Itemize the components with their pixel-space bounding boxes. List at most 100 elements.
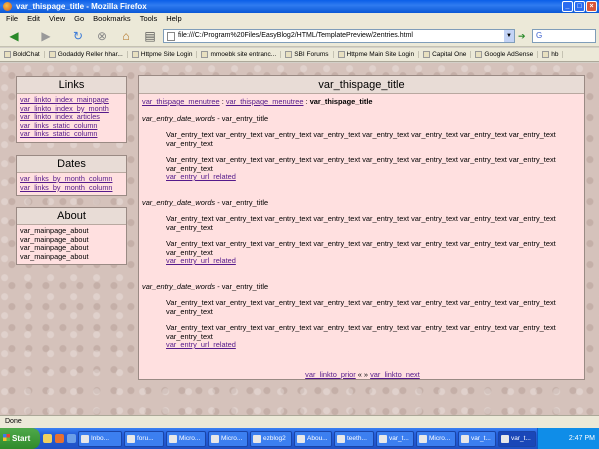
bookmark-item[interactable]: SBI Forums <box>281 51 334 58</box>
quicklaunch-ie-icon[interactable] <box>43 434 52 443</box>
sidebar-link[interactable]: var_links_static_column <box>20 130 123 139</box>
taskbar-button[interactable]: teeth... <box>334 430 374 447</box>
nav-separator: « » <box>355 370 371 379</box>
entry-url-link[interactable]: var_entry_url_related <box>166 172 582 181</box>
menu-tools[interactable]: Tools <box>140 13 158 25</box>
bookmark-icon <box>423 51 431 58</box>
entry-dash: - <box>215 114 222 123</box>
url-dropdown-icon[interactable]: ▼ <box>504 30 514 42</box>
entry-date: var_entry_date_words <box>142 282 216 291</box>
home-icon[interactable]: ⌂ <box>118 28 134 44</box>
entry-text: Var_entry_text var_entry_text var_entry_… <box>166 214 556 232</box>
date-link[interactable]: var_links_by_month_column <box>20 183 123 193</box>
breadcrumb-link[interactable]: var_thispage_menutree <box>226 97 304 106</box>
system-tray: 2:47 PM <box>537 428 599 449</box>
bookmarks-toolbar: BoldChat Godaddy Reller hhar... Httpme S… <box>0 48 599 62</box>
bookmark-label: Httpme Site Login <box>140 51 193 58</box>
bookmark-item[interactable]: mmoebk site entranc... <box>197 51 282 58</box>
about-heading: About <box>17 208 126 225</box>
quicklaunch-desktop-icon[interactable] <box>67 434 76 443</box>
entry-text: Var_entry_text var_entry_text var_entry_… <box>166 155 556 173</box>
url-text: file:///C:/Program%20Files/EasyBlog2/HTM… <box>178 32 413 39</box>
url-bar[interactable]: file:///C:/Program%20Files/EasyBlog2/HTM… <box>163 29 515 43</box>
menu-bookmarks[interactable]: Bookmarks <box>93 13 131 25</box>
pagination-nav: var_linkto_prior « » var_linkto_next <box>139 370 586 379</box>
status-text: Done <box>5 418 22 425</box>
next-link[interactable]: var_linkto_next <box>370 370 420 379</box>
window-title: var_thispage_title - Mozilla Firefox <box>16 2 147 11</box>
stop-icon[interactable]: ⊗ <box>94 28 110 44</box>
page-title: var_thispage_title <box>139 76 584 94</box>
breadcrumb-separator: : <box>221 97 224 106</box>
taskbar-button[interactable]: Micro... <box>416 430 456 447</box>
entry-text: Var_entry_text var_entry_text var_entry_… <box>166 323 556 341</box>
maximize-button[interactable]: □ <box>574 1 585 12</box>
bookmark-icon <box>48 51 56 58</box>
forward-arrow-icon[interactable]: ▶ <box>38 28 54 44</box>
menu-go[interactable]: Go <box>74 13 84 25</box>
entry-text: Var_entry_text var_entry_text var_entry_… <box>166 239 556 257</box>
taskbar-button[interactable]: foru... <box>124 430 164 447</box>
quicklaunch-firefox-icon[interactable] <box>55 434 64 443</box>
entry-block: var_entry_date_words - var_entry_title V… <box>142 282 582 349</box>
taskbar: Start Inbo... foru... Micro... Micro... … <box>0 428 599 449</box>
bookmark-label: SBI Forums <box>294 51 329 58</box>
bookmark-item[interactable]: BoldChat <box>0 51 45 58</box>
taskbar-button[interactable]: var_t... <box>458 430 496 447</box>
back-arrow-icon[interactable]: ◀ <box>6 28 22 44</box>
bookmark-label: BoldChat <box>13 51 40 58</box>
entry-dash: - <box>215 282 222 291</box>
menu-file[interactable]: File <box>6 13 18 25</box>
entry-title: var_entry_title <box>221 198 269 207</box>
taskbar-button-active[interactable]: var_t... <box>498 430 536 447</box>
bookmark-icon <box>4 51 11 58</box>
entry-url-link[interactable]: var_entry_url_related <box>166 256 582 265</box>
start-button[interactable]: Start <box>0 428 40 449</box>
reload-icon[interactable]: ↻ <box>70 28 86 44</box>
bookmark-icon <box>475 51 483 58</box>
entry-block: var_entry_date_words - var_entry_title V… <box>142 114 582 181</box>
bookmark-item[interactable]: Httpme Site Login <box>128 51 198 58</box>
entry-title: var_entry_title <box>221 114 269 123</box>
breadcrumb-separator: : <box>305 97 308 106</box>
bookmark-item[interactable]: hb <box>538 51 564 58</box>
bookmark-label: Httpme Main Site Login <box>346 51 415 58</box>
entry-title: var_entry_title <box>221 282 269 291</box>
menu-view[interactable]: View <box>49 13 65 25</box>
taskbar-button[interactable]: Inbo... <box>78 430 122 447</box>
taskbar-button[interactable]: Micro... <box>208 430 248 447</box>
bookmark-icon <box>337 51 345 58</box>
page-content: Links var_linkto_index_mainpage var_link… <box>0 63 599 415</box>
menu-help[interactable]: Help <box>166 13 181 25</box>
bookmark-item[interactable]: Godaddy Reller hhar... <box>45 51 128 58</box>
close-button[interactable]: × <box>586 1 597 12</box>
entry-url-link[interactable]: var_entry_url_related <box>166 340 582 349</box>
bookmark-item[interactable]: Google AdSense <box>471 51 539 58</box>
bookmark-icon <box>201 51 209 58</box>
links-heading: Links <box>17 77 126 94</box>
bookmark-icon <box>285 51 293 58</box>
taskbar-button[interactable]: Micro... <box>166 430 206 447</box>
entry-text: Var_entry_text var_entry_text var_entry_… <box>166 130 556 148</box>
taskbar-button[interactable]: ezblog2 <box>250 430 292 447</box>
menu-bar: File Edit View Go Bookmarks Tools Help <box>0 13 599 25</box>
menu-edit[interactable]: Edit <box>27 13 40 25</box>
bookmark-item[interactable]: Capital One <box>419 51 472 58</box>
links-box: Links var_linkto_index_mainpage var_link… <box>16 76 127 143</box>
bookmark-item[interactable]: Httpme Main Site Login <box>334 51 420 58</box>
about-box: About var_mainpage_about var_mainpage_ab… <box>16 207 127 266</box>
taskbar-button[interactable]: Abou... <box>294 430 332 447</box>
bookmark-label: mmoebk site entranc... <box>210 51 277 58</box>
entry-date: var_entry_date_words <box>142 114 216 123</box>
bookmark-icon <box>131 51 139 58</box>
go-icon[interactable]: ➔ <box>518 30 530 42</box>
bookmark-label: Godaddy Reller hhar... <box>57 51 123 58</box>
navigation-toolbar: ◀ ▶ ↻ ⊗ ⌂ ▤ file:///C:/Program%20Files/E… <box>0 25 599 47</box>
minimize-button[interactable]: _ <box>562 1 573 12</box>
print-icon[interactable]: ▤ <box>142 28 158 44</box>
breadcrumb-link[interactable]: var_thispage_menutree <box>142 97 220 106</box>
search-input[interactable]: G <box>532 29 596 43</box>
bookmark-label: Google AdSense <box>484 51 534 58</box>
prior-link[interactable]: var_linkto_prior <box>305 370 356 379</box>
taskbar-button[interactable]: var_t... <box>376 430 414 447</box>
